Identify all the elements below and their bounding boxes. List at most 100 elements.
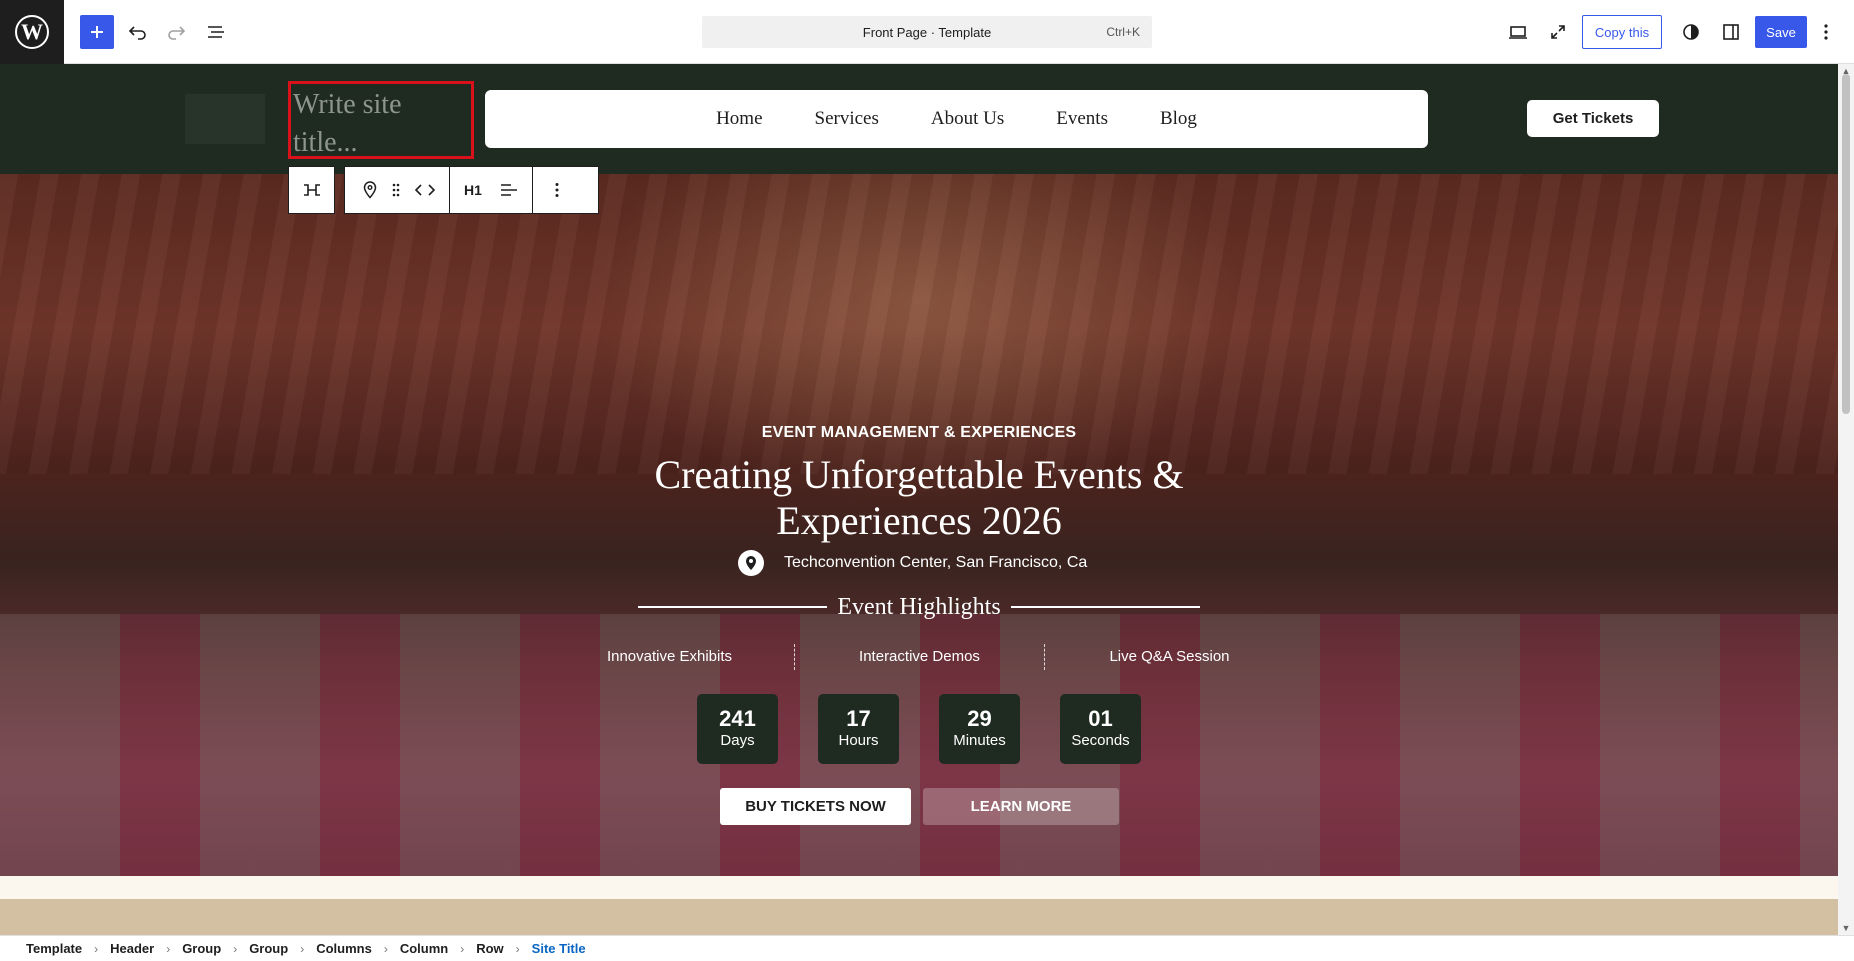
nav-link-about-us[interactable]: About Us — [931, 108, 1004, 130]
styles-button[interactable] — [1674, 15, 1708, 49]
countdown-value: 29 — [967, 706, 992, 731]
command-palette-bar[interactable]: Front Page · Template Ctrl+K — [702, 16, 1152, 48]
template-title: Front Page · Template — [862, 24, 992, 40]
countdown-label: Hours — [838, 732, 879, 749]
save-button[interactable]: Save — [1755, 16, 1807, 48]
nav-link-blog[interactable]: Blog — [1160, 108, 1197, 130]
block-type-button[interactable] — [355, 175, 385, 205]
block-options-button[interactable] — [542, 175, 572, 205]
select-parent-button[interactable] — [297, 175, 327, 205]
scrollbar-thumb[interactable] — [1842, 74, 1850, 414]
chevron-right-icon: › — [166, 941, 171, 956]
breadcrumb-item[interactable]: Template — [26, 941, 82, 956]
wordpress-icon: W — [15, 15, 49, 49]
event-location[interactable]: Techconvention Center, San Francisco, Ca — [738, 550, 1087, 576]
more-vertical-icon — [555, 183, 559, 197]
editor-canvas: EVENT MANAGEMENT & EXPERIENCES Creating … — [0, 64, 1838, 935]
undo-button[interactable] — [121, 15, 155, 49]
list-view-icon — [208, 26, 224, 38]
undo-icon — [128, 26, 146, 40]
location-pin-icon — [738, 550, 764, 576]
countdown-value: 01 — [1088, 706, 1113, 731]
align-left-icon — [501, 184, 517, 196]
feature-list: Innovative Exhibits Interactive Demos Li… — [545, 644, 1294, 670]
event-highlights-title[interactable]: Event Highlights — [827, 594, 1010, 621]
hero-kicker[interactable]: EVENT MANAGEMENT & EXPERIENCES — [0, 424, 1838, 442]
sidebar-icon — [1723, 24, 1739, 40]
hero-title[interactable]: Creating Unforgettable Events & Experien… — [619, 452, 1219, 544]
event-highlights-heading: Event Highlights — [638, 590, 1201, 624]
desktop-icon — [1509, 26, 1527, 39]
expand-icon — [1551, 25, 1565, 39]
next-section-band — [0, 899, 1838, 935]
breadcrumb-item[interactable]: Column — [400, 941, 448, 956]
countdown-hours[interactable]: 17 Hours — [818, 694, 899, 764]
countdown-label: Days — [720, 732, 755, 749]
chevron-right-icon: › — [233, 941, 238, 956]
drag-handle[interactable] — [385, 175, 407, 205]
primary-navigation: Home Services About Us Events Blog — [485, 90, 1428, 148]
nav-link-events[interactable]: Events — [1056, 108, 1108, 130]
feature-item[interactable]: Interactive Demos — [794, 644, 1044, 670]
feature-item[interactable]: Innovative Exhibits — [545, 644, 794, 670]
countdown-days[interactable]: 241 Days — [697, 694, 778, 764]
site-header: Write site title... Home Services About … — [0, 64, 1838, 174]
heading-level-button[interactable]: H1 — [458, 175, 488, 205]
breadcrumb-item[interactable]: Group — [249, 941, 288, 956]
scroll-down-icon[interactable]: ▼ — [1841, 923, 1851, 933]
document-overview-button[interactable] — [199, 15, 233, 49]
countdown-seconds[interactable]: 01 Seconds — [1060, 694, 1141, 764]
nav-link-services[interactable]: Services — [815, 108, 879, 130]
map-marker-icon — [363, 181, 377, 199]
countdown-value: 17 — [846, 706, 871, 731]
settings-sidebar-button[interactable] — [1714, 15, 1748, 49]
chevron-left-right-icon — [414, 184, 436, 196]
breadcrumb-current: Site Title — [531, 941, 586, 956]
svg-text:W: W — [21, 19, 43, 44]
breadcrumb-item[interactable]: Header — [110, 941, 154, 956]
redo-button[interactable] — [159, 15, 193, 49]
block-parent-toolbar — [288, 166, 335, 214]
feature-item[interactable]: Live Q&A Session — [1044, 644, 1294, 670]
breadcrumb-item[interactable]: Group — [182, 941, 221, 956]
countdown-value: 241 — [719, 706, 756, 731]
buy-tickets-button[interactable]: BUY TICKETS NOW — [720, 788, 911, 825]
copy-this-button[interactable]: Copy this — [1582, 15, 1662, 49]
canvas-scrollbar[interactable]: ▲ ▼ — [1838, 64, 1854, 935]
chevron-right-icon: › — [94, 941, 99, 956]
location-text: Techconvention Center, San Francisco, Ca — [784, 554, 1088, 571]
drag-icon — [392, 183, 400, 197]
move-block-button[interactable] — [407, 175, 443, 205]
chevron-right-icon: › — [300, 941, 305, 956]
parent-block-icon — [304, 184, 320, 196]
learn-more-button[interactable]: LEARN MORE — [923, 788, 1119, 825]
nav-link-home[interactable]: Home — [716, 108, 762, 130]
options-menu-button[interactable] — [1814, 15, 1838, 49]
align-text-button[interactable] — [494, 175, 524, 205]
site-logo-placeholder[interactable] — [185, 94, 265, 144]
command-shortcut: Ctrl+K — [1106, 25, 1140, 39]
toolbar-divider — [449, 167, 450, 213]
countdown-label: Minutes — [953, 732, 1006, 749]
hero-section: EVENT MANAGEMENT & EXPERIENCES Creating … — [0, 174, 1838, 876]
chevron-right-icon: › — [515, 941, 520, 956]
redo-icon — [168, 26, 186, 40]
get-tickets-button[interactable]: Get Tickets — [1527, 100, 1659, 137]
wordpress-logo-button[interactable]: W — [0, 0, 64, 64]
more-vertical-icon — [1824, 24, 1828, 40]
breadcrumb-item[interactable]: Columns — [316, 941, 372, 956]
device-preview-button[interactable] — [1501, 15, 1535, 49]
plus-icon — [91, 26, 103, 38]
add-block-button[interactable] — [80, 15, 114, 49]
editor-topbar: W Front Page · Template Ctrl+K Copy this… — [0, 0, 1854, 64]
fullscreen-button[interactable] — [1541, 15, 1575, 49]
divider-line-right — [1010, 606, 1201, 608]
block-toolbar: H1 — [344, 166, 599, 214]
chevron-right-icon: › — [460, 941, 465, 956]
contrast-icon — [1683, 24, 1699, 40]
block-breadcrumb: Template › Header › Group › Group › Colu… — [0, 935, 1854, 961]
site-title-block[interactable]: Write site title... — [288, 81, 474, 159]
toolbar-divider — [532, 167, 533, 213]
countdown-minutes[interactable]: 29 Minutes — [939, 694, 1020, 764]
breadcrumb-item[interactable]: Row — [476, 941, 503, 956]
